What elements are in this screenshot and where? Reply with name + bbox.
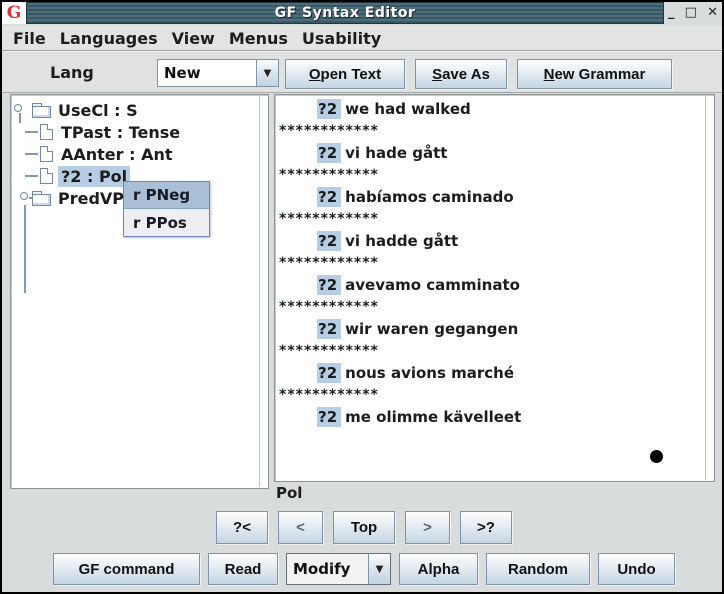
sentence-line: ?2habíamos caminado: [277, 186, 704, 208]
separator-line: ************: [277, 296, 704, 318]
tree-item-label: TPast : Tense: [58, 122, 183, 143]
tree-collapse-handle-icon[interactable]: [20, 192, 28, 200]
menu-menus[interactable]: Menus: [222, 29, 295, 48]
title-bar: G GF Syntax Editor _ □ ✕: [2, 2, 722, 24]
separator-line: ************: [277, 120, 704, 142]
tree-connector: [25, 153, 38, 155]
undo-button[interactable]: Undo: [598, 553, 675, 585]
new-grammar-label: New Grammar: [544, 66, 646, 83]
toolbar: Lang New ▼ Open Text Save As New Grammar: [2, 53, 722, 93]
lang-select-value: New: [158, 60, 256, 86]
separator-line: ************: [277, 384, 704, 406]
tree-item-label: AAnter : Ant: [58, 144, 176, 165]
tree-item-label: UseCl : S: [55, 100, 141, 121]
save-as-button[interactable]: Save As: [415, 59, 507, 89]
separator-line: ************: [277, 340, 704, 362]
modify-select[interactable]: Modify ▼: [286, 553, 391, 585]
sentence-line: ?2vi hadde gått: [277, 230, 704, 252]
tree-connector: [24, 205, 26, 293]
separator-line: ************: [277, 252, 704, 274]
top-button[interactable]: Top: [333, 511, 395, 544]
save-as-label: Save As: [432, 66, 490, 83]
prev-node-button[interactable]: <: [278, 511, 323, 544]
tree-item-usecl[interactable]: UseCl : S: [32, 99, 141, 121]
folder-icon: [32, 103, 50, 117]
output-scrollbar-track[interactable]: [705, 96, 713, 480]
tree-item-label: ?2 : Pol: [58, 166, 130, 187]
chevron-down-icon[interactable]: ▼: [256, 60, 278, 86]
folder-icon: [32, 191, 50, 205]
lang-label: Lang: [50, 63, 94, 82]
close-icon[interactable]: ✕: [707, 3, 718, 23]
tree-connector: [19, 113, 21, 123]
separator-line: ************: [277, 208, 704, 230]
open-text-button[interactable]: Open Text: [285, 59, 405, 89]
focus-dot: [650, 450, 663, 463]
minimize-icon[interactable]: _: [668, 3, 675, 23]
menu-languages[interactable]: Languages: [53, 29, 165, 48]
tree-item-label: PredVP: [55, 188, 127, 209]
popup-item-ppos[interactable]: r PPos: [124, 209, 209, 236]
popup-item-pneg[interactable]: r PNeg: [124, 182, 209, 209]
syntax-tree-panel: UseCl : S TPast : Tense AAnter : Ant ?2 …: [10, 94, 269, 489]
window-controls: _ □ ✕: [664, 2, 722, 24]
navigation-row: ?< < Top > >?: [2, 511, 724, 544]
next-node-button[interactable]: >: [405, 511, 450, 544]
menu-bar: File Languages View Menus Usability: [2, 26, 722, 51]
tree-scrollbar-track[interactable]: [259, 96, 267, 487]
tree-item-aanter[interactable]: AAnter : Ant: [40, 143, 176, 165]
gf-logo-icon: G: [2, 2, 26, 24]
document-icon: [40, 146, 53, 162]
linearization-output: ?2we had walked ************ ?2vi hade g…: [277, 98, 704, 428]
new-grammar-button[interactable]: New Grammar: [517, 59, 672, 89]
lang-select[interactable]: New ▼: [157, 59, 279, 87]
tree-connector: [25, 131, 38, 133]
refine-popup-menu: r PNeg r PPos: [123, 181, 210, 237]
menu-view[interactable]: View: [165, 29, 222, 48]
open-text-label: Open Text: [309, 66, 381, 83]
random-button[interactable]: Random: [486, 553, 590, 585]
app-window: G GF Syntax Editor _ □ ✕ File Languages …: [0, 0, 724, 594]
sentence-line: ?2we had walked: [277, 98, 704, 120]
document-icon: [40, 168, 53, 184]
sentence-line: ?2wir waren gegangen: [277, 318, 704, 340]
action-row: GF command Read Modify ▼ Alpha Random Un…: [2, 553, 724, 585]
sentence-line: ?2vi hade gått: [277, 142, 704, 164]
tree-item-pol-selected[interactable]: ?2 : Pol: [40, 165, 130, 187]
gf-command-button[interactable]: GF command: [53, 553, 200, 585]
tree-expand-handle-icon[interactable]: [14, 104, 22, 112]
sentence-line: ?2nous avions marché: [277, 362, 704, 384]
sentence-line: ?2me olimme kävelleet: [277, 406, 704, 428]
tree-item-tpast[interactable]: TPast : Tense: [40, 121, 183, 143]
document-icon: [40, 124, 53, 140]
separator-line: ************: [277, 164, 704, 186]
status-category-label: Pol: [276, 484, 302, 502]
prev-metavar-button[interactable]: ?<: [216, 511, 268, 544]
next-metavar-button[interactable]: >?: [460, 511, 512, 544]
sentence-line: ?2avevamo camminato: [277, 274, 704, 296]
linearization-panel[interactable]: ?2we had walked ************ ?2vi hade g…: [274, 94, 715, 482]
chevron-down-icon[interactable]: ▼: [368, 554, 390, 584]
menu-file[interactable]: File: [6, 29, 53, 48]
title-bar-center[interactable]: GF Syntax Editor: [26, 2, 664, 24]
tree-connector: [25, 175, 38, 177]
modify-select-value: Modify: [287, 554, 368, 584]
maximize-icon[interactable]: □: [685, 3, 697, 23]
menu-usability[interactable]: Usability: [295, 29, 388, 48]
read-button[interactable]: Read: [208, 553, 278, 585]
window-title: GF Syntax Editor: [275, 5, 416, 21]
tree-item-predvp[interactable]: PredVP: [32, 187, 127, 209]
alpha-button[interactable]: Alpha: [399, 553, 478, 585]
